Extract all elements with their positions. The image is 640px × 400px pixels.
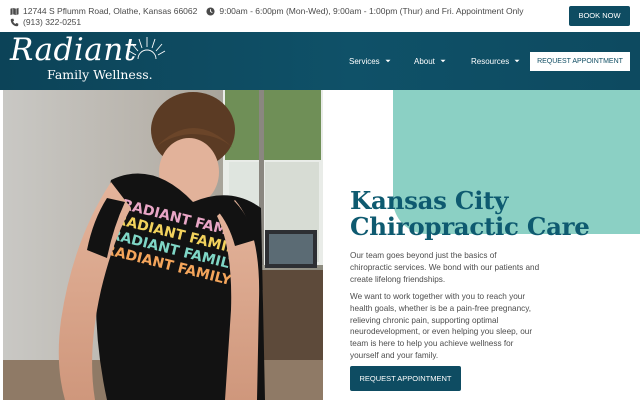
phone-row: (913) 322-0251 (10, 16, 81, 28)
request-appointment-hero-button[interactable]: REQUEST APPOINTMENT (350, 366, 461, 391)
hero-photo: RADIANT FAMILY RADIANT FAMILY RADIANT FA… (3, 90, 323, 400)
sun-rays-icon (128, 37, 166, 60)
nav-services-label: Services (349, 56, 380, 66)
mission-paragraph: We want to work together with you to rea… (350, 292, 533, 360)
map-icon (10, 7, 19, 15)
chevron-down-icon (514, 59, 520, 63)
page-title: Kansas City Chiropractic Care (350, 188, 590, 240)
page-title-line-2: Chiropractic Care (350, 212, 590, 241)
intro-paragraph: Our team goes beyond just the basics of … (350, 251, 540, 284)
request-appointment-header-button[interactable]: REQUEST APPOINTMENT (530, 52, 630, 71)
chevron-down-icon (440, 59, 446, 63)
logo-subtitle: Family Wellness. (47, 67, 153, 82)
contact-info-row: 12744 S Pflumm Road, Olathe, Kansas 6606… (10, 5, 523, 17)
top-info-bar: 12744 S Pflumm Road, Olathe, Kansas 6606… (0, 0, 640, 32)
logo-script-text: Radiant (10, 32, 137, 68)
nav-about-label: About (414, 56, 435, 66)
book-now-button[interactable]: BOOK NOW (569, 6, 630, 26)
page-title-line-1: Kansas City (350, 186, 509, 215)
site-logo[interactable]: Radiant Family Wellness. (8, 32, 166, 87)
site-header: Radiant Family Wellness. Services About … (0, 32, 640, 90)
phone-link[interactable]: (913) 322-0251 (23, 17, 81, 27)
address-text: 12744 S Pflumm Road, Olathe, Kansas 6606… (23, 6, 198, 16)
phone-icon (10, 18, 19, 26)
nav-resources[interactable]: Resources (471, 55, 520, 67)
nav-resources-label: Resources (471, 56, 510, 66)
chiropractor-photo-illustration: RADIANT FAMILY RADIANT FAMILY RADIANT FA… (3, 90, 323, 400)
nav-about[interactable]: About (414, 55, 446, 67)
clock-icon (206, 6, 215, 16)
hours-text: 9:00am - 6:00pm (Mon-Wed), 9:00am - 1:00… (219, 6, 524, 16)
nav-services[interactable]: Services (349, 55, 391, 67)
chevron-down-icon (385, 59, 391, 63)
